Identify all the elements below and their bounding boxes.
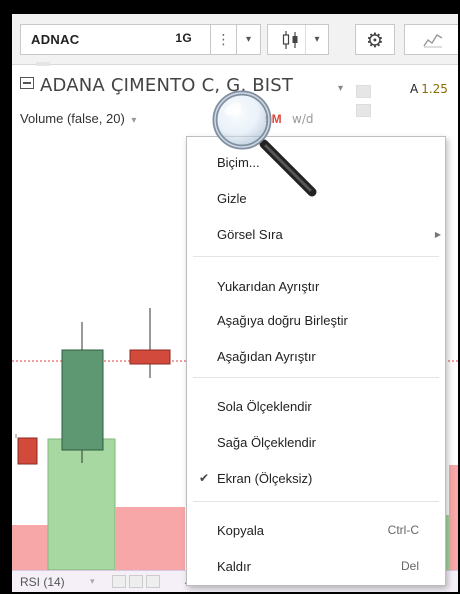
- candle: [61, 349, 104, 451]
- indicators-button[interactable]: [404, 24, 458, 55]
- volume-label: Volume (false, 20): [20, 111, 125, 126]
- menu-separator: [193, 501, 439, 502]
- volume-bar: [115, 507, 185, 570]
- menu-item-shortcut: Ctrl-C: [387, 523, 419, 537]
- ohlc-value: 1.25: [421, 82, 448, 96]
- gear-icon: ⚙: [366, 27, 384, 52]
- menu-item[interactable]: Görsel Sıra ▶: [187, 221, 445, 247]
- rsi-chevron-icon[interactable]: ▾: [90, 576, 95, 587]
- context-menu: Biçim... Gizle Görsel Sıra ▶ Yukarıdan Ayrış…: [186, 136, 446, 586]
- menu-item-shortcut: Del: [400, 559, 419, 573]
- menu-item-label: Ekran (Ölçeksiz): [217, 470, 313, 486]
- menu-item[interactable]: Gizle: [187, 185, 445, 211]
- close-icon[interactable]: [146, 575, 160, 588]
- menu-item[interactable]: Sola Ölçeklendir: [187, 393, 445, 419]
- chevron-down-icon: ▾: [245, 34, 252, 45]
- series-legend-title[interactable]: ADANA ÇIMENTO C, G, BIST: [20, 75, 293, 96]
- menu-item[interactable]: Yukarıdan Ayrıştır: [187, 273, 445, 299]
- candle: [17, 437, 38, 465]
- menu-item-label: Gizle: [217, 190, 247, 206]
- ohlc-readout: A 1.25: [410, 82, 448, 96]
- symbol-text: ADNAC: [31, 32, 80, 47]
- settings-small-icon[interactable]: [356, 104, 371, 117]
- series-legend-buttons: [356, 83, 390, 117]
- interval-dropdown-button[interactable]: ▾: [237, 24, 261, 55]
- candlestick-icon: [282, 31, 298, 49]
- chart-type-chevron-icon: ▾: [305, 25, 328, 54]
- menu-separator: [193, 256, 439, 257]
- volume-chevron-icon[interactable]: ▾: [131, 115, 136, 126]
- menu-item[interactable]: ✔ Ekran (Ölçeksiz): [187, 465, 445, 491]
- check-icon: ✔: [199, 471, 210, 485]
- more-options-button[interactable]: ⋮: [211, 24, 237, 55]
- toolbar: ADNAC 1G ⋮ ▾ ▾ ⚙: [12, 14, 458, 66]
- settings-button[interactable]: ⚙: [355, 24, 395, 55]
- series-legend-chevron-icon[interactable]: ▾: [338, 83, 343, 94]
- volume-value: 5M: [265, 112, 282, 126]
- submenu-arrow-icon: ▶: [434, 229, 441, 239]
- indicators-icon: [423, 33, 443, 47]
- volume-legend[interactable]: Volume (false, 20) ▾: [20, 111, 136, 126]
- symbol-input[interactable]: ADNAC 1G: [20, 24, 211, 55]
- volume-tail: w/d: [292, 112, 314, 126]
- ohlc-prefix: A: [410, 82, 419, 96]
- menu-item[interactable]: Kopyala Ctrl-C: [187, 517, 445, 543]
- candle: [129, 349, 171, 365]
- menu-separator: [193, 377, 439, 378]
- menu-item-label: Görsel Sıra: [217, 226, 283, 242]
- menu-item-label: Biçim...: [217, 154, 260, 170]
- interval-label[interactable]: 1G: [175, 31, 192, 45]
- app-frame: ADNAC 1G ⋮ ▾ ▾ ⚙ ADANA ÇIMENTO C, G, BIS…: [12, 14, 458, 592]
- menu-item[interactable]: Sağa Ölçeklendir: [187, 429, 445, 455]
- volume-bar: [12, 525, 48, 570]
- menu-item-label: Yukarıdan Ayrıştır: [217, 278, 320, 294]
- chart-type-button[interactable]: ▾: [267, 24, 329, 55]
- volume-bar: [449, 465, 458, 570]
- rsi-label[interactable]: RSI (14): [20, 575, 65, 589]
- eye-icon[interactable]: [356, 85, 371, 98]
- menu-item-label: Aşağıya doğru Birleştir: [217, 312, 348, 328]
- menu-item-label: Aşağıdan Ayrıştır: [217, 348, 316, 364]
- series-title-text: ADANA ÇIMENTO C, G, BIST: [40, 75, 294, 96]
- menu-item-label: Kopyala: [217, 522, 264, 538]
- menu-item-label: Sola Ölçeklendir: [217, 398, 312, 414]
- menu-item[interactable]: Aşağıdan Ayrıştır: [187, 343, 445, 369]
- menu-item-label: Kaldır: [217, 558, 251, 574]
- menu-item-label: Sağa Ölçeklendir: [217, 434, 316, 450]
- vertical-dots-icon: ⋮: [216, 31, 231, 48]
- rsi-buttons: [112, 575, 163, 591]
- menu-item[interactable]: Biçim...: [187, 149, 445, 175]
- menu-item[interactable]: Kaldır Del: [187, 553, 445, 579]
- menu-item[interactable]: Aşağıya doğru Birleştir: [187, 307, 445, 333]
- settings-small-icon[interactable]: [129, 575, 143, 588]
- eye-icon[interactable]: [112, 575, 126, 588]
- collapse-icon[interactable]: [20, 77, 34, 89]
